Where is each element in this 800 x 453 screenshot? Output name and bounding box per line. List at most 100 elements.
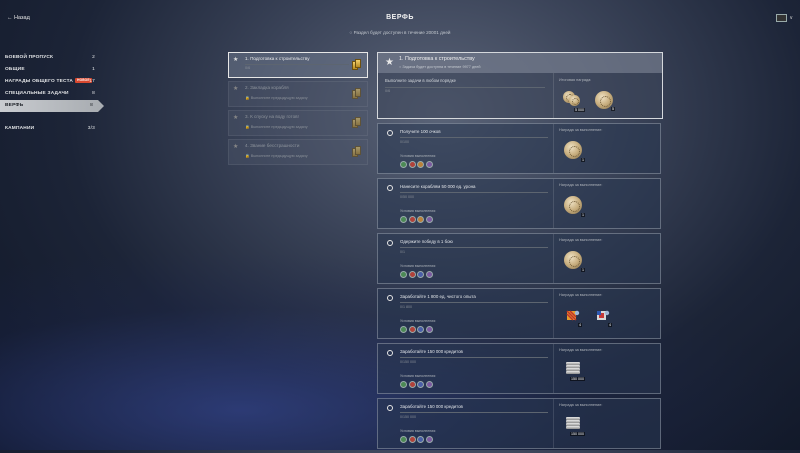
task-progress: 0/1 — [400, 250, 405, 254]
sidebar-item-label: ВЕРФЬ — [5, 103, 24, 108]
status-circle-icon — [387, 405, 393, 411]
stage-card[interactable]: ★ 2. Закладка корабля 🔒 Выполните предыд… — [228, 81, 368, 107]
status-circle-icon — [387, 130, 393, 136]
panel-progress-bar — [385, 87, 545, 88]
reward-quantity: 1 — [581, 268, 585, 272]
sidebar-item-campaigns[interactable]: КАМПАНИИ 3/3 — [0, 123, 100, 135]
ship-class-icon — [417, 216, 424, 223]
final-reward-label: Итоговая награда: — [559, 78, 592, 82]
ship-class-icon — [417, 436, 424, 443]
task-card[interactable]: Нанесите кораблям 50 000 ед. урона 0/50 … — [377, 178, 661, 229]
status-circle-icon — [387, 240, 393, 246]
task-progress-bar — [400, 137, 548, 138]
task-progress-bar — [400, 302, 548, 303]
ship-class-icon — [408, 381, 416, 388]
condition-icons — [400, 216, 433, 223]
divider — [553, 399, 554, 448]
task-conditions-label: Условия выполнения: — [400, 264, 437, 268]
sidebar-item-test-rewards[interactable]: НАГРАДЫ ОБЩЕГО ТЕСТА НОВОЕ 17 — [0, 76, 100, 88]
gold-bars-icon — [351, 117, 361, 129]
ship-class-icon — [425, 326, 433, 333]
task-progress: 0/150 000 — [400, 360, 416, 364]
ship-class-icon — [425, 161, 433, 168]
stage-progress-bar — [245, 64, 349, 65]
task-conditions-label: Условия выполнения: — [400, 319, 437, 323]
star-icon: ★ — [233, 57, 239, 63]
panel-availability-note: ○ Задача будет доступна в течение 9977 д… — [399, 65, 481, 69]
divider — [553, 344, 554, 393]
task-title: Заработайте 150 000 кредитов — [400, 349, 463, 354]
credits-icon — [566, 417, 580, 431]
divider — [553, 179, 554, 228]
reward-label: Награда за выполнение: — [559, 128, 603, 132]
signal-flag-icon — [566, 310, 580, 321]
condition-icons — [400, 161, 433, 168]
task-progress-bar — [400, 192, 548, 193]
task-title: Одержите победу в 1 бою — [400, 239, 453, 244]
sidebar-nav: БОЕВОЙ ПРОПУСК 2 ОБЩИЕ 1 НАГРАДЫ ОБЩЕГО … — [0, 52, 104, 135]
ship-class-icon — [417, 161, 424, 168]
gold-bars-icon — [351, 88, 361, 100]
task-title: Получите 100 очков — [400, 129, 441, 134]
task-progress: 0/1 800 — [400, 305, 412, 309]
sidebar-item-count: 8 — [90, 103, 93, 108]
panel-title: 1. Подготовка к строительству — [399, 56, 475, 62]
ship-class-icon — [417, 381, 424, 388]
task-card[interactable]: Заработайте 1 800 ед. чистого опыта 0/1 … — [377, 288, 661, 339]
star-icon: ★ — [233, 115, 239, 121]
status-circle-icon — [387, 185, 393, 191]
sidebar-item-count: 17 — [89, 79, 95, 84]
task-conditions-label: Условия выполнения: — [400, 374, 437, 378]
star-icon: ★ — [385, 57, 394, 68]
task-card[interactable]: Заработайте 150 000 кредитов 0/150 000 У… — [377, 398, 661, 449]
task-conditions-label: Условия выполнения: — [400, 209, 437, 213]
medal-coin-icon — [564, 141, 582, 159]
gold-bars-icon — [351, 146, 361, 158]
ship-class-icon — [400, 161, 407, 168]
panel-progress: 0/6 — [385, 89, 391, 93]
status-circle-icon — [387, 350, 393, 356]
reward-quantity: 1 — [581, 213, 585, 217]
ship-class-icon — [408, 326, 416, 333]
language-selector[interactable]: ∨ — [776, 14, 793, 22]
task-title: Заработайте 1 800 ед. чистого опыта — [400, 294, 476, 299]
task-progress: 0/150 000 — [400, 415, 416, 419]
reward-label: Награда за выполнение: — [559, 403, 603, 407]
task-progress: 0/50 000 — [400, 195, 414, 199]
divider — [553, 73, 554, 118]
ship-class-icon — [400, 436, 407, 443]
reward-quantity: 1 — [581, 158, 585, 162]
ship-class-icon — [417, 271, 424, 278]
task-card[interactable]: Заработайте 150 000 кредитов 0/150 000 У… — [377, 343, 661, 394]
stage-card[interactable]: ★ 4. Звание бесстрашности 🔒 Выполните пр… — [228, 139, 368, 165]
gold-bars-icon — [351, 59, 361, 71]
stage-lock-note: 🔒 Выполните предыдущую задачу — [245, 154, 308, 158]
reward-quantity: 150 000 — [570, 377, 585, 381]
credits-coins-icon — [561, 89, 583, 109]
stage-card[interactable]: ★ 3. К спуску на воду готов! 🔒 Выполните… — [228, 110, 368, 136]
sidebar-item-general[interactable]: ОБЩИЕ 1 — [0, 64, 100, 76]
ship-class-icon — [400, 326, 407, 333]
ship-class-icon — [400, 381, 407, 388]
chevron-down-icon: ∨ — [789, 15, 793, 21]
task-progress: 0/100 — [400, 140, 409, 144]
availability-note: ○ Раздел будет доступен в течение 20001 … — [349, 30, 451, 35]
sidebar-item-label: НАГРАДЫ ОБЩЕГО ТЕСТА — [5, 79, 74, 84]
condition-icons — [400, 436, 433, 443]
sidebar-item-label: БОЕВОЙ ПРОПУСК — [5, 55, 54, 60]
sidebar-item-count: 2 — [92, 55, 95, 60]
task-conditions-label: Условия выполнения: — [400, 154, 437, 158]
task-card[interactable]: Одержите победу в 1 бою 0/1 Условия выпо… — [377, 233, 661, 284]
stage-lock-note: 🔒 Выполните предыдущую задачу — [245, 125, 308, 129]
sidebar-item-battle-pass[interactable]: БОЕВОЙ ПРОПУСК 2 — [0, 52, 100, 64]
page-title: ВЕРФЬ — [386, 14, 414, 21]
ship-class-icon — [417, 326, 424, 333]
stage-card[interactable]: ★ 1. Подготовка к строительству 0/6 — [228, 52, 368, 78]
top-bar: ← Назад ВЕРФЬ ○ Раздел будет доступен в … — [0, 0, 800, 40]
signal-flag-icon — [597, 310, 610, 320]
sidebar-item-count: 3/3 — [87, 126, 95, 131]
sidebar-item-shipyard[interactable]: ВЕРФЬ 8 — [0, 100, 104, 112]
task-progress-bar — [400, 247, 548, 248]
sidebar-item-special-tasks[interactable]: СПЕЦИАЛЬНЫЕ ЗАДАЧИ 8 — [0, 88, 100, 100]
task-card[interactable]: Получите 100 очков 0/100 Условия выполне… — [377, 123, 661, 174]
